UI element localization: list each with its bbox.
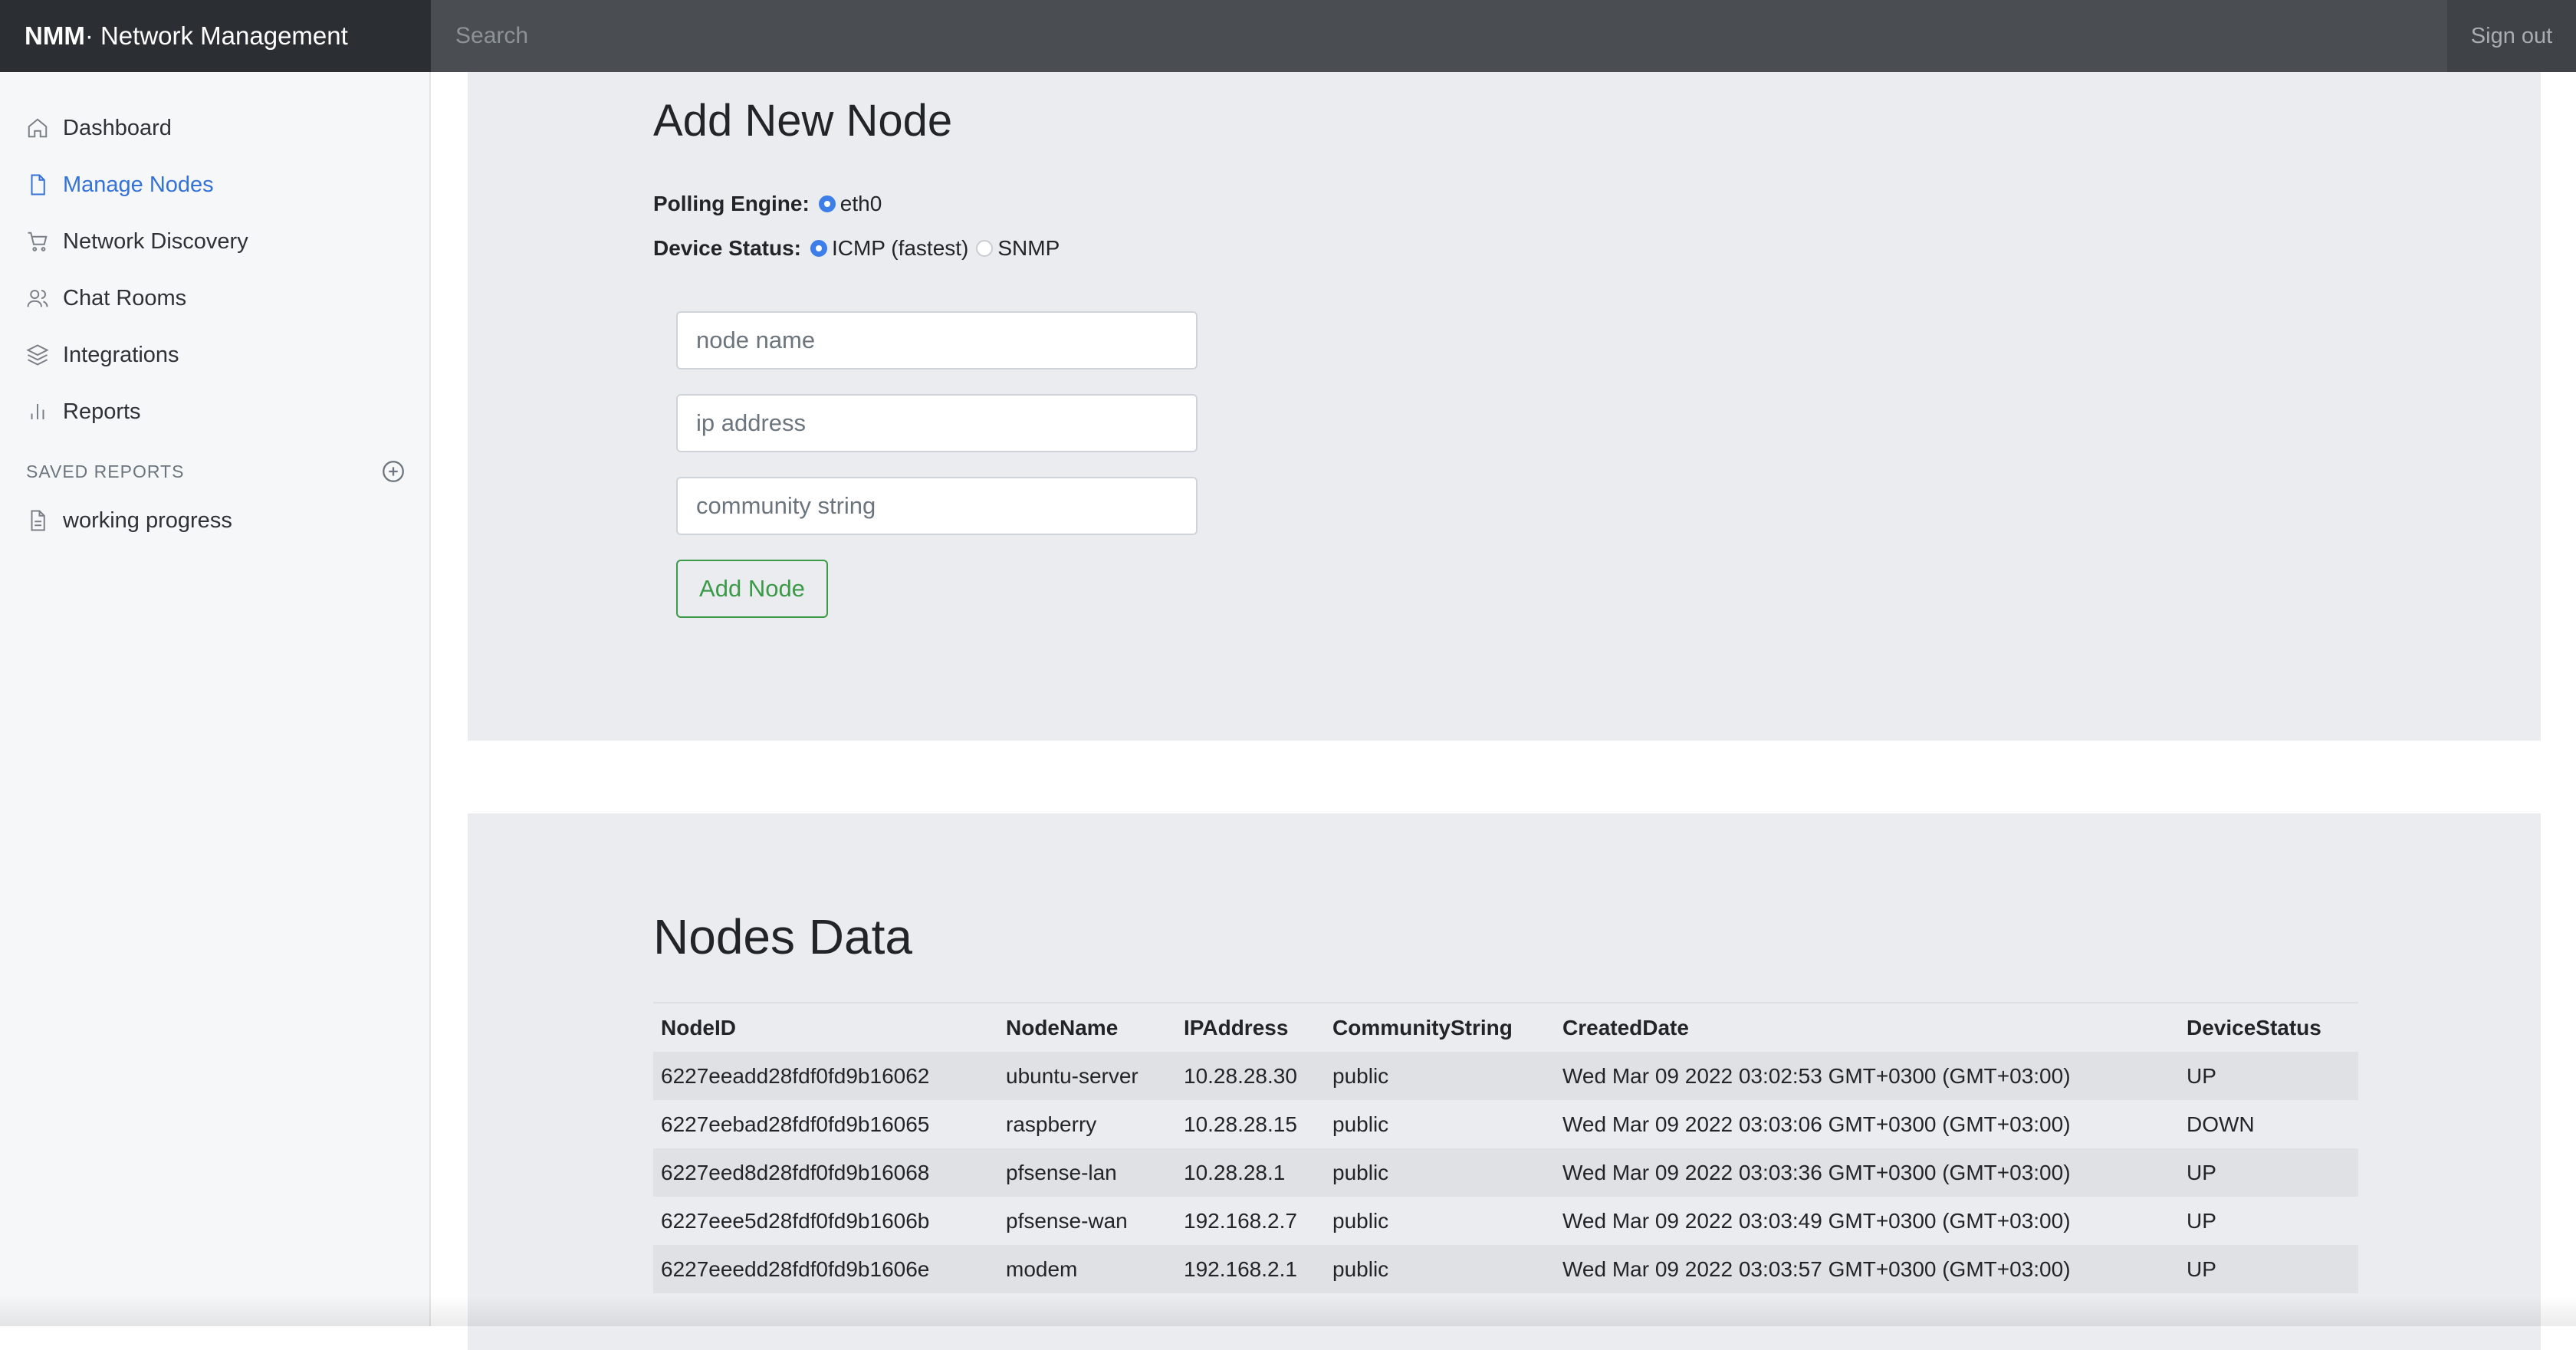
- saved-reports-heading: SAVED REPORTS: [26, 461, 185, 481]
- table-cell: Wed Mar 09 2022 03:03:57 GMT+0300 (GMT+0…: [1562, 1256, 2071, 1281]
- sign-out-button[interactable]: Sign out: [2447, 0, 2576, 72]
- column-header: NodeName: [1006, 1015, 1119, 1040]
- polling-engine-row: Polling Engine: eth0: [653, 192, 882, 216]
- search-input[interactable]: [431, 0, 2447, 72]
- device-status-label: Device Status:: [653, 236, 801, 260]
- table-cell: 192.168.2.7: [1184, 1208, 1297, 1233]
- column-header: DeviceStatus: [2187, 1015, 2321, 1040]
- ip-address-input[interactable]: [676, 394, 1198, 452]
- table-cell: DOWN: [2187, 1112, 2255, 1136]
- table-cell: 10.28.28.1: [1184, 1160, 1286, 1184]
- table-cell: UP: [2187, 1160, 2216, 1184]
- home-icon: [28, 118, 48, 138]
- bar-chart-icon: [31, 404, 44, 419]
- table-cell: raspberry: [1006, 1112, 1097, 1136]
- table-row: 6227eee5d28fdf0fd9b1606b pfsense-wan 192.1…: [653, 1197, 2358, 1245]
- table-cell: 6227eee5d28fdf0fd9b1606b: [661, 1208, 930, 1233]
- sidebar-item-label: Manage Nodes: [63, 172, 214, 197]
- add-node-panel: Add New Node Polling Engine: eth0 Device…: [468, 72, 2541, 741]
- brand-abbrev: NMM: [25, 21, 85, 50]
- add-node-button[interactable]: Add Node: [676, 560, 828, 618]
- bottom-shadow: [0, 1296, 2576, 1326]
- users-icon: [27, 290, 48, 307]
- sidebar-item-label: Reports: [63, 399, 141, 424]
- table-cell: 10.28.28.30: [1184, 1063, 1297, 1088]
- main-content: Add New Node Polling Engine: eth0 Device…: [431, 72, 2576, 1350]
- table-cell: 6227eebad28fdf0fd9b16065: [661, 1112, 930, 1136]
- status-option-label: SNMP: [997, 236, 1060, 260]
- polling-engine-label: Polling Engine:: [653, 192, 810, 215]
- file-icon: [31, 174, 45, 195]
- table-cell: Wed Mar 09 2022 03:02:53 GMT+0300 (GMT+0…: [1562, 1063, 2071, 1088]
- table-cell: Wed Mar 09 2022 03:03:49 GMT+0300 (GMT+0…: [1562, 1208, 2071, 1233]
- table-header-row: NodeID NodeName IPAddress CommunityStrin…: [653, 1003, 2358, 1052]
- community-string-input[interactable]: [676, 477, 1198, 535]
- node-name-input[interactable]: [676, 311, 1198, 370]
- table-row: 6227eeadd28fdf0fd9b16062 ubuntu-server 10.…: [653, 1052, 2358, 1100]
- sidebar-item-integrations[interactable]: Integrations: [26, 340, 179, 370]
- device-status-row: Device Status: ICMP (fastest) SNMP: [653, 236, 1060, 261]
- nodes-data-title: Nodes Data: [653, 909, 912, 964]
- nodes-table: NodeID NodeName IPAddress CommunityStrin…: [653, 1002, 2358, 1293]
- sidebar-item-manage-nodes[interactable]: Manage Nodes: [26, 169, 214, 200]
- saved-report-item[interactable]: working progress: [26, 505, 232, 536]
- status-radio-icmp[interactable]: [810, 240, 827, 257]
- sidebar: Dashboard Manage Nodes Network Discovery…: [0, 72, 431, 1326]
- sidebar-item-reports[interactable]: Reports: [26, 396, 141, 427]
- column-header: NodeID: [661, 1015, 736, 1040]
- table-cell: Wed Mar 09 2022 03:03:36 GMT+0300 (GMT+0…: [1562, 1160, 2071, 1184]
- table-cell: 6227eed8d28fdf0fd9b16068: [661, 1160, 930, 1184]
- status-option-label: ICMP (fastest): [831, 236, 969, 260]
- brand-name: · Network Management: [84, 21, 348, 50]
- sidebar-item-label: Network Discovery: [63, 228, 248, 254]
- table-row: 6227eeedd28fdf0fd9b1606e modem 192.168.2.1…: [653, 1245, 2358, 1293]
- table-cell: UP: [2187, 1256, 2216, 1281]
- table-row: 6227eebad28fdf0fd9b16065 raspberry 10.28.2…: [653, 1100, 2358, 1148]
- table-cell: pfsense-wan: [1006, 1208, 1128, 1233]
- table-cell: 6227eeadd28fdf0fd9b16062: [661, 1063, 930, 1088]
- add-report-icon[interactable]: [380, 458, 406, 484]
- table-cell: public: [1332, 1160, 1389, 1184]
- polling-option-label: eth0: [840, 192, 882, 215]
- cart-icon: [28, 232, 48, 251]
- column-header: IPAddress: [1184, 1015, 1289, 1040]
- nodes-data-panel: Nodes Data NodeID NodeName IPAddress Com…: [468, 813, 2541, 1350]
- table-cell: Wed Mar 09 2022 03:03:06 GMT+0300 (GMT+0…: [1562, 1112, 2071, 1136]
- sidebar-item-network-discovery[interactable]: Network Discovery: [26, 226, 248, 257]
- polling-radio-eth0[interactable]: [818, 195, 836, 212]
- sidebar-item-label: Dashboard: [63, 115, 172, 140]
- table-cell: pfsense-lan: [1006, 1160, 1117, 1184]
- layers-icon: [26, 344, 49, 366]
- table-cell: UP: [2187, 1208, 2216, 1233]
- column-header: CommunityString: [1332, 1015, 1513, 1040]
- file-text-icon: [31, 510, 45, 531]
- table-row: 6227eed8d28fdf0fd9b16068 pfsense-lan 10.28…: [653, 1148, 2358, 1197]
- table-cell: 10.28.28.15: [1184, 1112, 1297, 1136]
- table-cell: ubuntu-server: [1006, 1063, 1138, 1088]
- sidebar-item-label: Integrations: [63, 342, 179, 367]
- top-navbar: NMM · Network Management Sign out: [0, 0, 2576, 72]
- table-cell: public: [1332, 1256, 1389, 1281]
- table-cell: modem: [1006, 1256, 1078, 1281]
- sidebar-item-chat-rooms[interactable]: Chat Rooms: [26, 283, 186, 314]
- brand-logo[interactable]: NMM · Network Management: [0, 0, 431, 72]
- table-cell: public: [1332, 1063, 1389, 1088]
- table-cell: public: [1332, 1112, 1389, 1136]
- sidebar-item-dashboard[interactable]: Dashboard: [26, 113, 172, 143]
- sidebar-item-label: Chat Rooms: [63, 285, 187, 310]
- status-radio-snmp[interactable]: [976, 240, 994, 257]
- table-cell: UP: [2187, 1063, 2216, 1088]
- table-cell: 6227eeedd28fdf0fd9b1606e: [661, 1256, 930, 1281]
- column-header: CreatedDate: [1562, 1015, 1689, 1040]
- page-title: Add New Node: [653, 96, 953, 146]
- saved-report-label: working progress: [63, 507, 232, 533]
- table-cell: 192.168.2.1: [1184, 1256, 1297, 1281]
- table-cell: public: [1332, 1208, 1389, 1233]
